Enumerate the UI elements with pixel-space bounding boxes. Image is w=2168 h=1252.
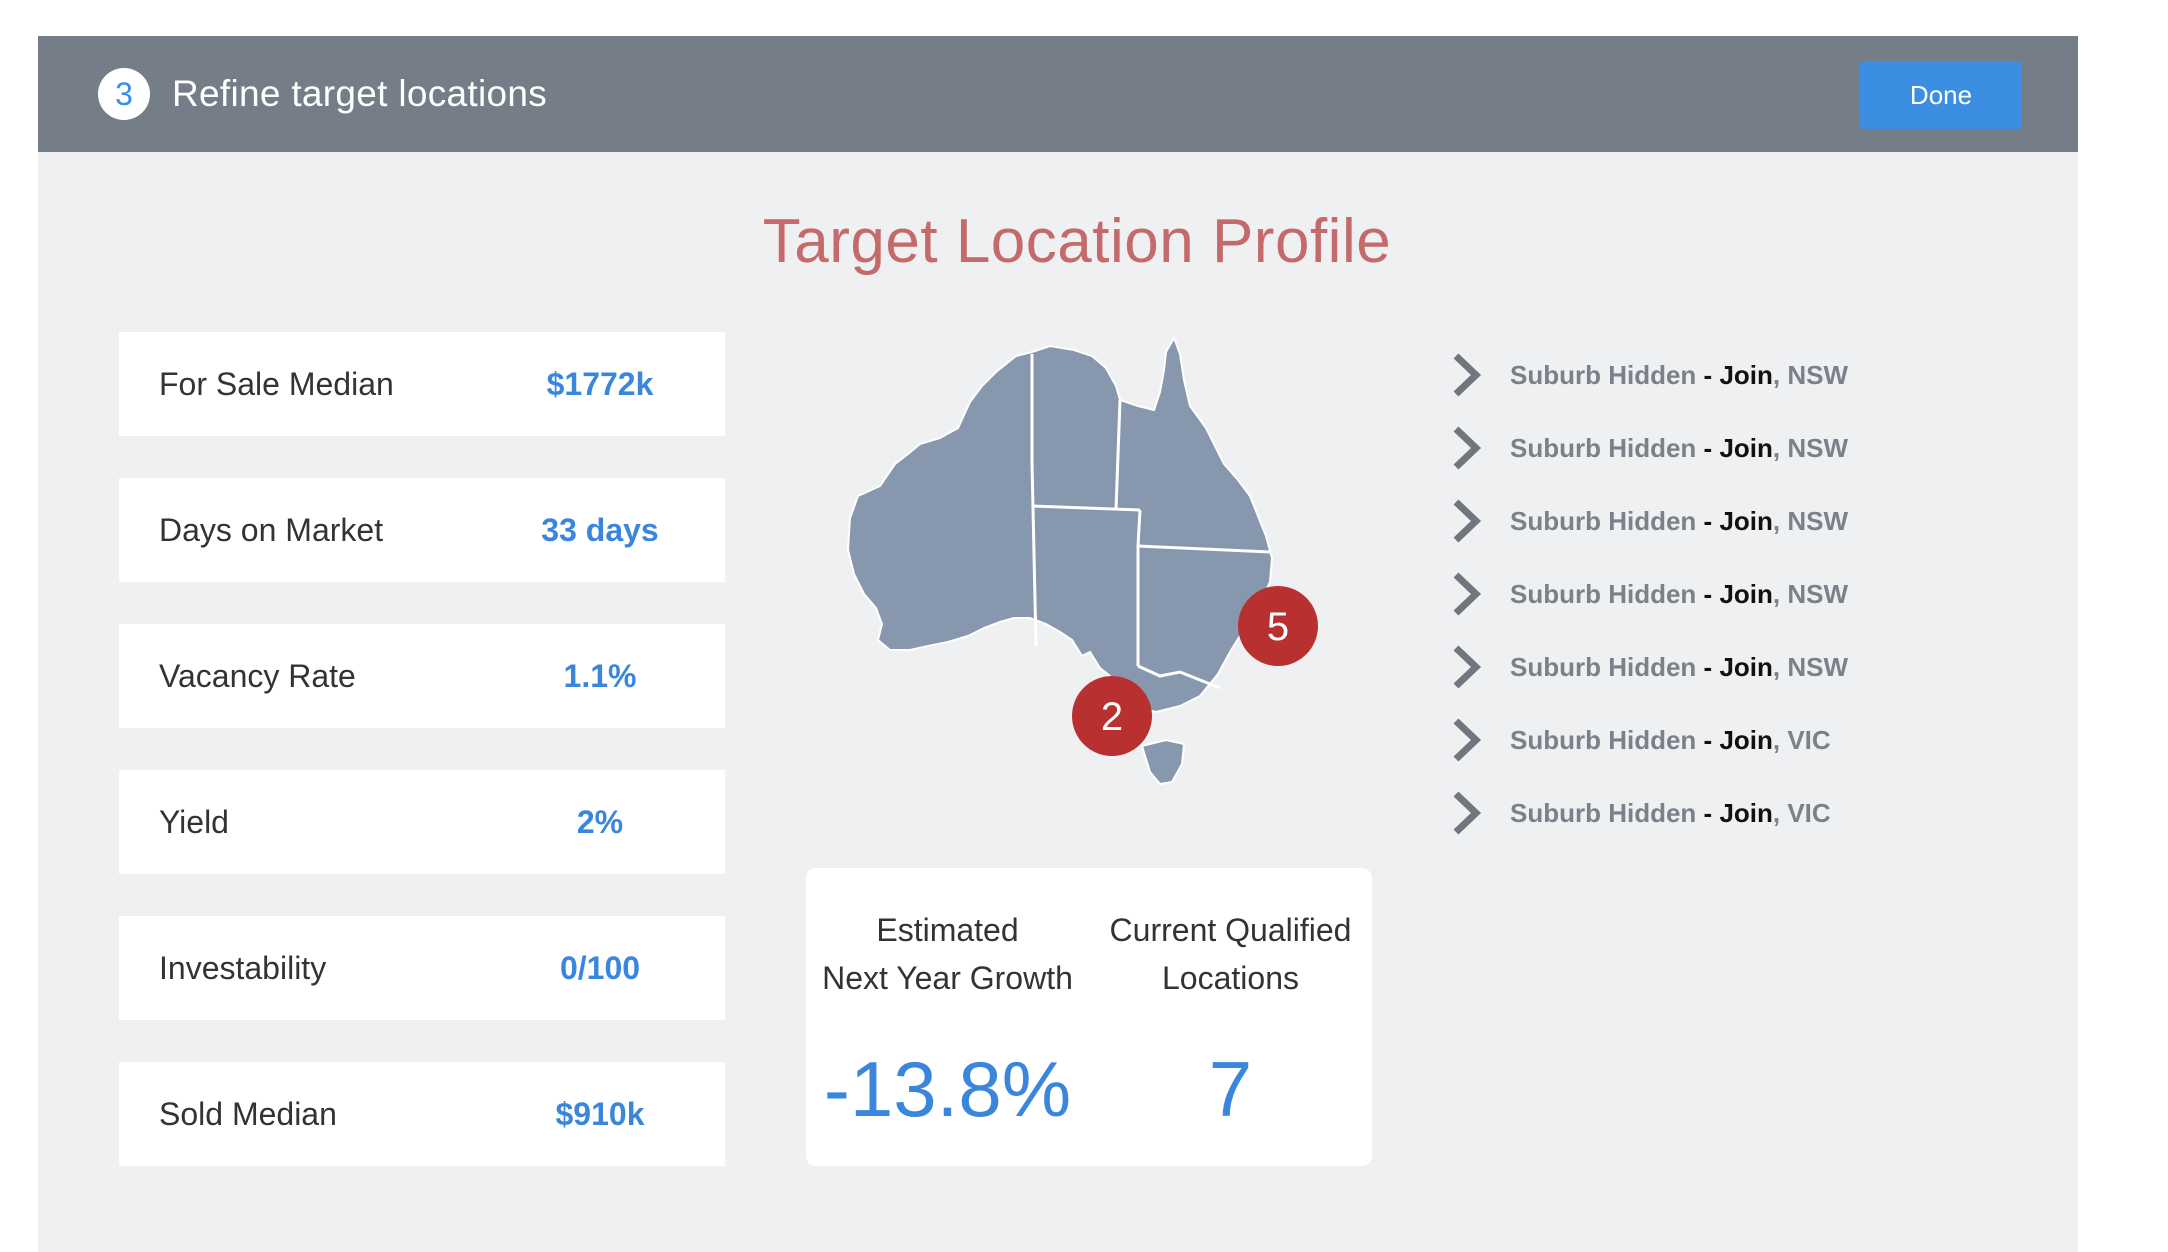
map-marker-vic[interactable]: 2 xyxy=(1072,676,1152,756)
join-link[interactable]: Join xyxy=(1719,798,1772,828)
stat-card-sold-median: Sold Median $910k xyxy=(119,1062,725,1166)
panel-title: Refine target locations xyxy=(172,73,548,114)
suburb-separator: - xyxy=(1696,798,1720,828)
suburb-state: , NSW xyxy=(1772,506,1848,536)
australia-mainland xyxy=(846,335,1274,714)
locations-label-line1: Current Qualified xyxy=(1109,912,1352,948)
suburb-name: Suburb Hidden xyxy=(1510,652,1697,682)
suburb-separator: - xyxy=(1696,433,1720,463)
suburb-name: Suburb Hidden xyxy=(1510,360,1697,390)
join-link[interactable]: Join xyxy=(1719,725,1772,755)
stat-label: For Sale Median xyxy=(159,366,394,402)
panel-header: 3 Refine target locations Done xyxy=(38,36,2078,152)
stat-label: Yield xyxy=(159,804,229,840)
stat-card-days-on-market: Days on Market 33 days xyxy=(119,478,725,582)
suburb-state: , VIC xyxy=(1772,798,1831,828)
stat-value: 1.1% xyxy=(563,658,637,694)
stat-label: Days on Market xyxy=(159,512,384,548)
stat-value: $1772k xyxy=(546,366,654,402)
growth-value: -13.8% xyxy=(823,1045,1072,1133)
stat-value: 33 days xyxy=(541,512,659,548)
growth-label-line1: Estimated xyxy=(876,912,1019,948)
stat-card-vacancy-rate: Vacancy Rate 1.1% xyxy=(119,624,725,728)
summary-card: Estimated Next Year Growth -13.8% Curren… xyxy=(806,868,1372,1166)
chevron-right-icon xyxy=(1453,791,1482,835)
chevron-right-icon xyxy=(1453,572,1482,616)
suburb-separator: - xyxy=(1696,360,1720,390)
suburb-name: Suburb Hidden xyxy=(1510,798,1697,828)
map-marker-vic-count: 2 xyxy=(1101,695,1123,739)
stat-value: $910k xyxy=(555,1096,645,1132)
suburb-separator: - xyxy=(1696,579,1720,609)
suburb-name: Suburb Hidden xyxy=(1510,579,1697,609)
stat-card-for-sale-median: For Sale Median $1772k xyxy=(119,332,725,436)
chevron-right-icon xyxy=(1453,353,1482,397)
chevron-right-icon xyxy=(1453,645,1482,689)
suburb-name: Suburb Hidden xyxy=(1510,506,1697,536)
suburb-name: Suburb Hidden xyxy=(1510,725,1697,755)
map-marker-nsw-count: 5 xyxy=(1267,605,1289,649)
stat-value: 2% xyxy=(576,804,624,840)
australia-map-svg: 5 2 xyxy=(846,335,1318,786)
stat-label: Vacancy Rate xyxy=(159,658,356,694)
suburb-separator: - xyxy=(1696,725,1720,755)
chevron-right-icon xyxy=(1453,499,1482,543)
stat-label: Investability xyxy=(159,950,327,986)
step-number-badge: 3 xyxy=(98,68,150,120)
refine-locations-panel: 3 Refine target locations Done Target Lo… xyxy=(38,36,2078,1252)
stat-card-investability: Investability 0/100 xyxy=(119,916,725,1020)
suburb-state: , NSW xyxy=(1772,652,1848,682)
join-link[interactable]: Join xyxy=(1719,433,1772,463)
chevron-right-icon xyxy=(1453,718,1482,762)
join-link[interactable]: Join xyxy=(1719,652,1772,682)
profile-title: Target Location Profile xyxy=(762,207,1392,276)
stat-card-yield: Yield 2% xyxy=(119,770,725,874)
chevron-right-icon xyxy=(1453,426,1482,470)
join-link[interactable]: Join xyxy=(1719,360,1772,390)
locations-value: 7 xyxy=(1208,1045,1253,1133)
suburb-state: , NSW xyxy=(1772,360,1848,390)
join-link[interactable]: Join xyxy=(1719,579,1772,609)
done-button[interactable]: Done xyxy=(1860,61,2022,129)
join-link[interactable]: Join xyxy=(1719,506,1772,536)
suburb-state: , NSW xyxy=(1772,579,1848,609)
australia-map: 5 2 xyxy=(820,335,1360,796)
locations-label-line2: Locations xyxy=(1162,960,1299,996)
suburb-separator: - xyxy=(1696,506,1720,536)
growth-label-line2: Next Year Growth xyxy=(822,960,1073,996)
suburb-state: , NSW xyxy=(1772,433,1848,463)
stat-label: Sold Median xyxy=(159,1096,337,1132)
map-marker-nsw[interactable]: 5 xyxy=(1238,586,1318,666)
stat-value: 0/100 xyxy=(559,950,641,986)
suburb-name: Suburb Hidden xyxy=(1510,433,1697,463)
growth-summary: Estimated Next Year Growth -13.8% xyxy=(806,906,1089,1135)
suburb-state: , VIC xyxy=(1772,725,1831,755)
suburb-separator: - xyxy=(1696,652,1720,682)
locations-summary: Current Qualified Locations 7 xyxy=(1089,906,1372,1135)
tasmania xyxy=(1140,738,1186,786)
